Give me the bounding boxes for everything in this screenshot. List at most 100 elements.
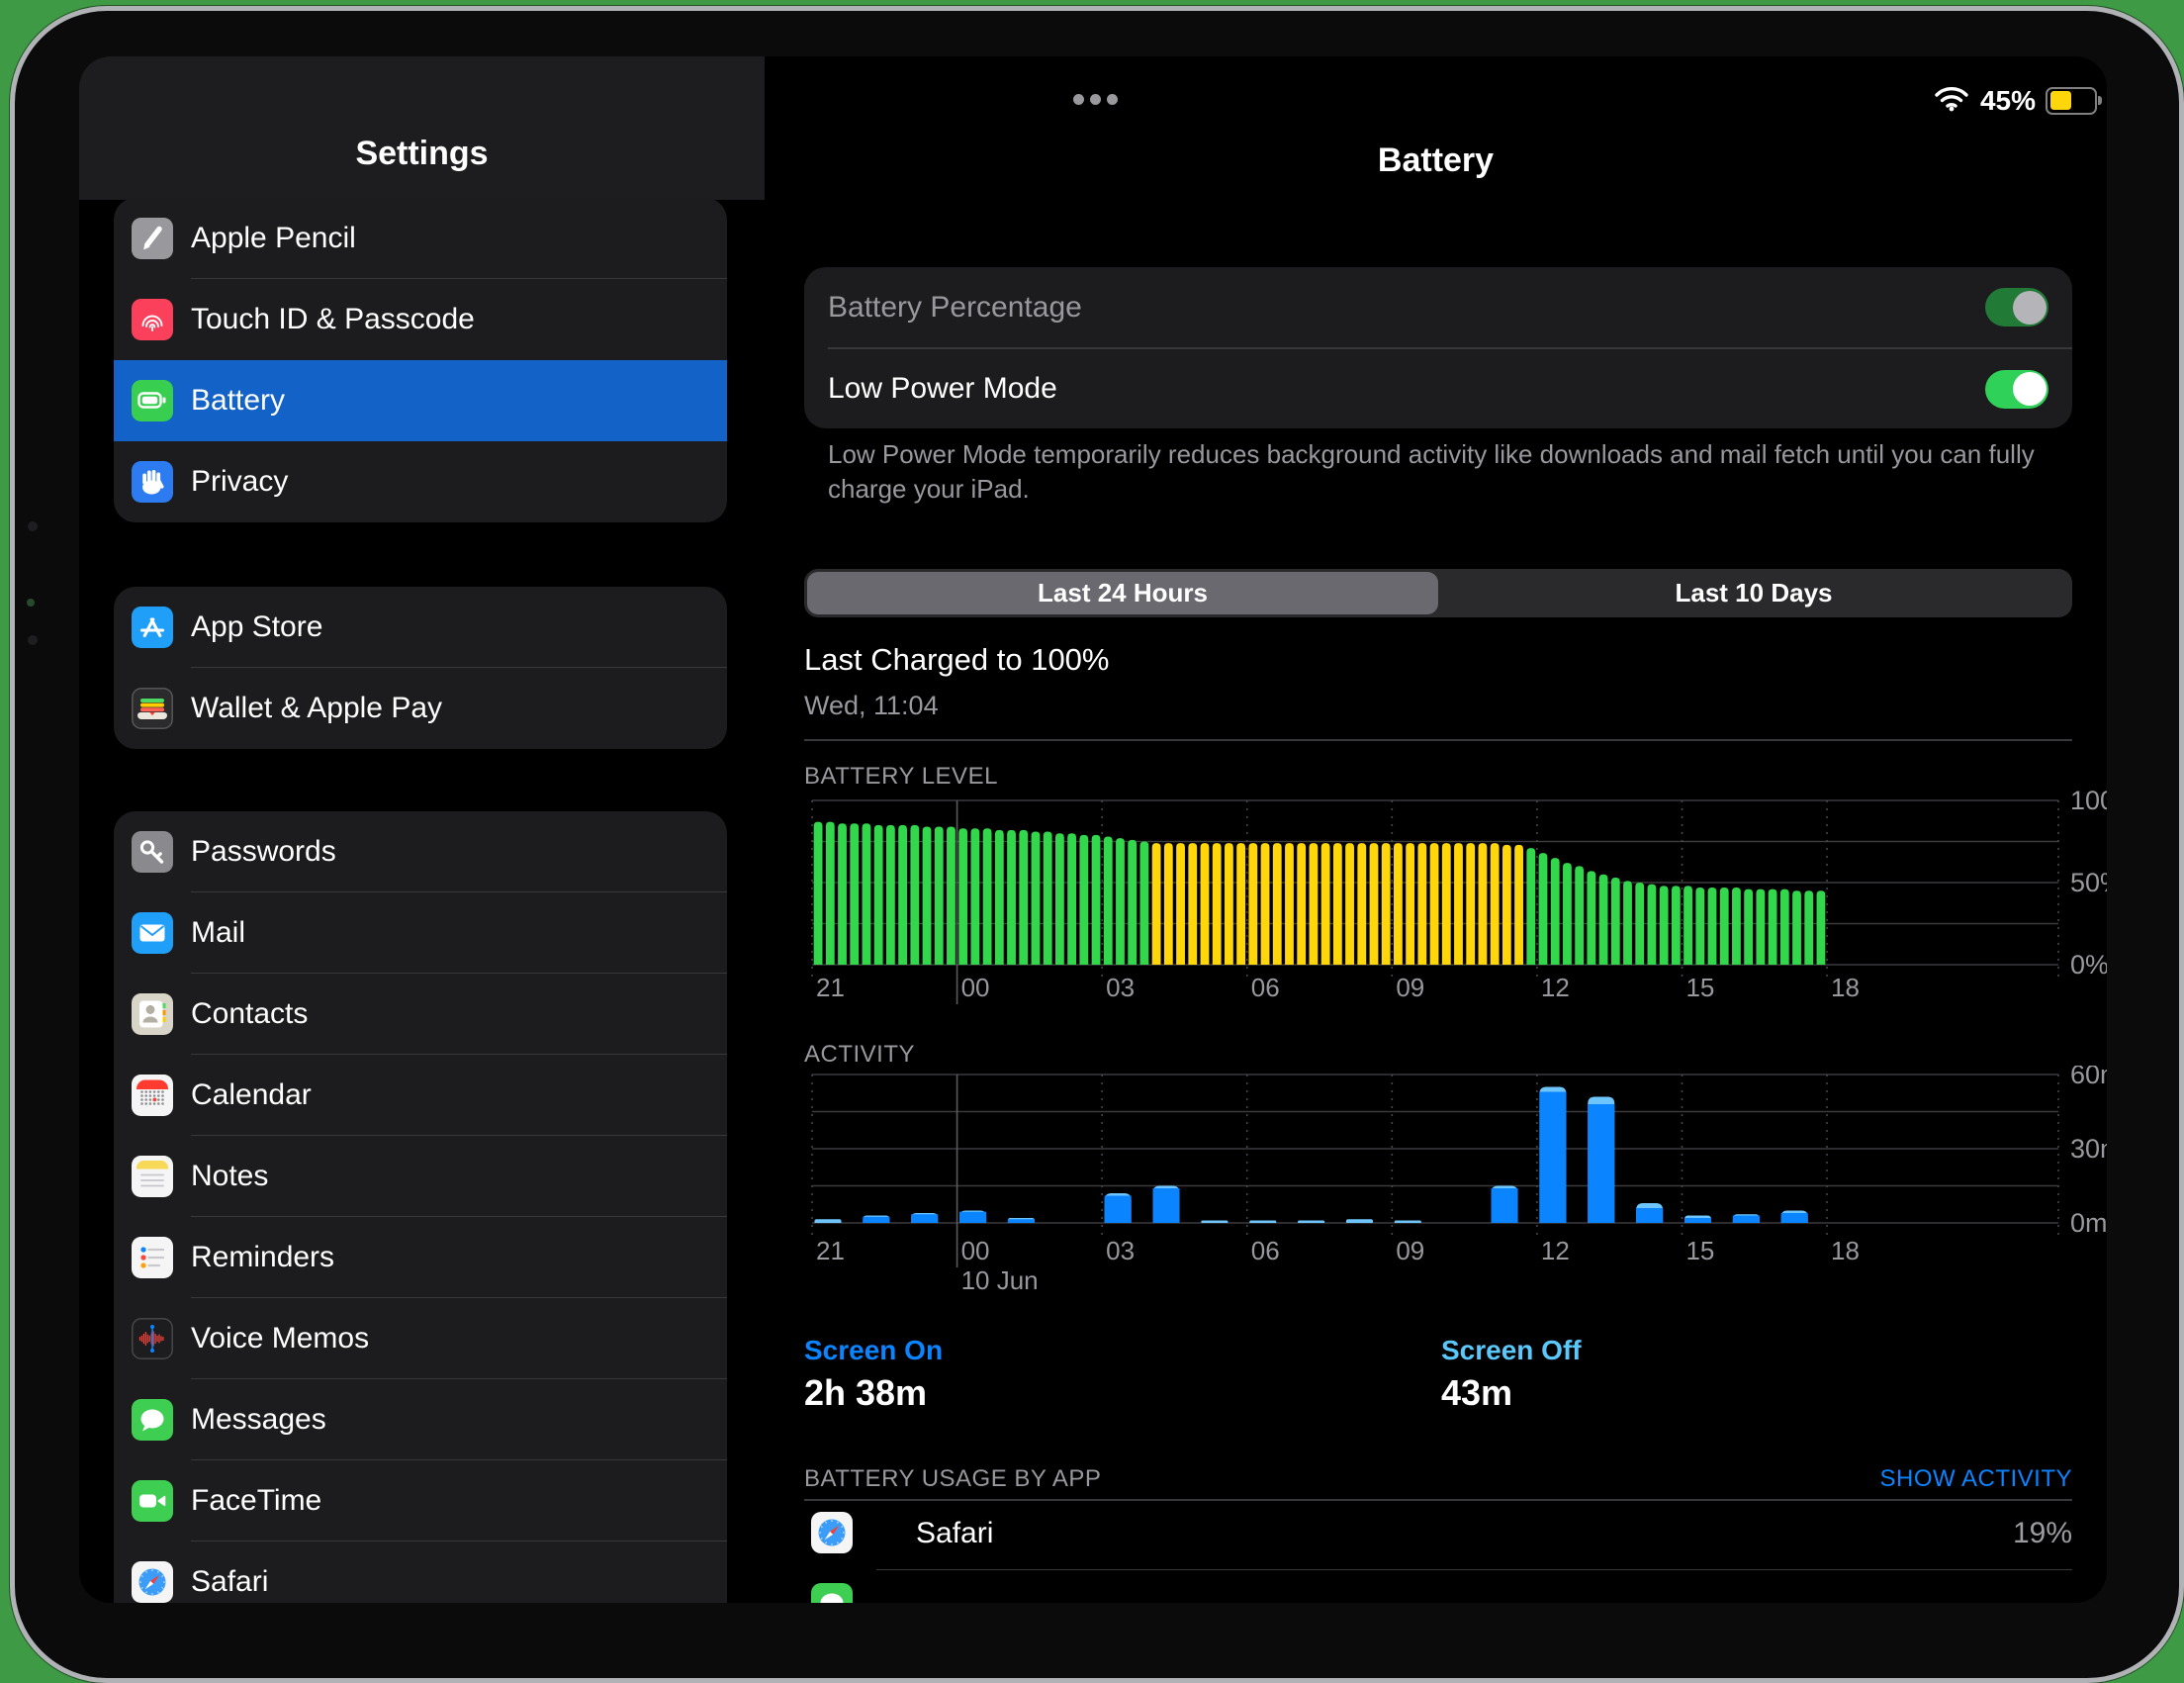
- notes-icon: [132, 1156, 173, 1197]
- low-power-mode-label: Low Power Mode: [828, 372, 1057, 405]
- sidebar-item-notes[interactable]: Notes: [114, 1136, 727, 1217]
- battery-percentage-toggle[interactable]: [1985, 288, 2048, 327]
- battery-percentage-row: Battery Percentage: [804, 267, 2072, 347]
- svg-text:03: 03: [1106, 973, 1135, 1002]
- safari-icon: [811, 1512, 853, 1553]
- svg-text:09: 09: [1396, 973, 1424, 1002]
- screen-on-value: 2h 38m: [804, 1372, 928, 1413]
- sidebar-title: Settings: [355, 135, 489, 172]
- sidebar-item-facetime[interactable]: FaceTime: [114, 1460, 727, 1542]
- camera-sensor-dot-2: [28, 635, 38, 645]
- touch-id-icon: [132, 299, 173, 340]
- segment-last-24-hours[interactable]: Last 24 Hours: [807, 572, 1438, 614]
- sidebar-item-calendar[interactable]: Calendar: [114, 1055, 727, 1136]
- facetime-icon: [132, 1480, 173, 1522]
- sidebar-item-label: Touch ID & Passcode: [191, 303, 475, 335]
- sidebar-item-mail[interactable]: Mail: [114, 892, 727, 974]
- low-power-mode-row: Low Power Mode: [804, 349, 2072, 429]
- svg-text:30m: 30m: [2070, 1134, 2107, 1164]
- sidebar-item-label: Calendar: [191, 1078, 312, 1111]
- show-activity-link[interactable]: SHOW ACTIVITY: [1879, 1465, 2072, 1493]
- sidebar-item-wallet-apple-pay[interactable]: Wallet & Apple Pay: [114, 668, 727, 749]
- battery-usage-header: BATTERY USAGE BY APP: [804, 1465, 1102, 1492]
- svg-text:12: 12: [1541, 973, 1570, 1002]
- passwords-icon: [132, 831, 173, 873]
- svg-text:18: 18: [1831, 973, 1860, 1002]
- sidebar-item-label: Voice Memos: [191, 1322, 370, 1355]
- multitasking-indicator[interactable]: [1073, 94, 1118, 105]
- sidebar-group-2: App Store Wallet & Apple Pay: [114, 587, 727, 749]
- front-camera: [28, 521, 38, 531]
- svg-text:06: 06: [1251, 973, 1280, 1002]
- segment-last-10-days[interactable]: Last 10 Days: [1438, 572, 2069, 614]
- svg-text:10 Jun: 10 Jun: [961, 1265, 1039, 1295]
- sidebar-group-1: Apple Pencil Touch ID & Passcode Battery: [114, 198, 727, 522]
- sidebar-item-label: FaceTime: [191, 1484, 322, 1517]
- battery-percentage-label: Battery Percentage: [828, 290, 1082, 324]
- low-power-mode-toggle[interactable]: [1985, 369, 2048, 409]
- app-usage-row-safari[interactable]: Safari 19%: [804, 1499, 2072, 1570]
- time-range-segmented-control: Last 24 Hours Last 10 Days: [804, 569, 2072, 617]
- mail-icon: [132, 912, 173, 954]
- sidebar-item-reminders[interactable]: Reminders: [114, 1217, 727, 1298]
- toggles-card: Battery Percentage Low Power Mode: [804, 267, 2072, 428]
- safari-icon: [132, 1561, 173, 1603]
- svg-text:03: 03: [1106, 1236, 1135, 1265]
- svg-text:21: 21: [816, 1236, 845, 1265]
- svg-text:100%: 100%: [2070, 786, 2107, 815]
- sidebar-item-passwords[interactable]: Passwords: [114, 811, 727, 892]
- sidebar-item-privacy[interactable]: Privacy: [114, 441, 727, 522]
- sidebar-item-label: Safari: [191, 1565, 269, 1598]
- sidebar-item-battery[interactable]: Battery: [114, 360, 727, 441]
- status-bar: 45%: [1933, 84, 2102, 117]
- contacts-icon: [132, 993, 173, 1035]
- last-charged-time: Wed, 11:04: [804, 691, 939, 720]
- sidebar-item-contacts[interactable]: Contacts: [114, 974, 727, 1055]
- screen-off-label: Screen Off: [1441, 1335, 1582, 1365]
- svg-text:21: 21: [816, 973, 845, 1002]
- app-battery-percent: 19%: [2012, 1517, 2072, 1549]
- battery-detail-pane: Battery 45% Battery Percentage Low Power…: [765, 56, 2107, 1603]
- svg-text:12: 12: [1541, 1236, 1570, 1265]
- activity-section-header: ACTIVITY: [804, 1041, 916, 1068]
- calendar-icon: [132, 1075, 173, 1116]
- privacy-icon: [132, 461, 173, 503]
- svg-text:00: 00: [961, 973, 990, 1002]
- wifi-icon: [1933, 84, 1970, 117]
- sidebar-item-label: App Store: [191, 610, 323, 643]
- divider: [804, 739, 2072, 741]
- svg-text:15: 15: [1685, 1236, 1714, 1265]
- sidebar-item-apple-pencil[interactable]: Apple Pencil: [114, 198, 727, 279]
- app-name: Safari: [916, 1517, 994, 1549]
- ipad-device-frame: Settings Apple Pencil Touch ID & Passcod…: [10, 6, 2184, 1683]
- svg-text:09: 09: [1396, 1236, 1424, 1265]
- svg-text:15: 15: [1685, 973, 1714, 1002]
- sidebar-item-voice-memos[interactable]: Voice Memos: [114, 1298, 727, 1379]
- camera-sensor-dot: [27, 599, 35, 607]
- last-charged-title: Last Charged to 100%: [804, 642, 1110, 677]
- messages-icon: [132, 1399, 173, 1441]
- messages-icon: [811, 1583, 853, 1603]
- page-title: Battery: [1377, 141, 1495, 179]
- battery-level-chart: 21 00 03 06 09 12 15 18 100% 50% 0%: [811, 786, 2107, 1004]
- sidebar-header: Settings: [79, 56, 765, 200]
- app-usage-row-partial[interactable]: [804, 1570, 2072, 1603]
- sidebar-item-label: Battery: [191, 384, 286, 417]
- battery-icon: [132, 380, 173, 421]
- sidebar-item-messages[interactable]: Messages: [114, 1379, 727, 1460]
- sidebar-item-app-store[interactable]: App Store: [114, 587, 727, 668]
- status-battery-percent: 45%: [1979, 84, 2036, 116]
- apple-pencil-icon: [132, 218, 173, 259]
- battery-status-icon: [2046, 86, 2102, 115]
- wallet-icon: [132, 688, 173, 729]
- svg-text:18: 18: [1831, 1236, 1860, 1265]
- sidebar-item-label: Apple Pencil: [191, 222, 356, 254]
- sidebar-item-label: Messages: [191, 1403, 326, 1436]
- screen-off-value: 43m: [1441, 1372, 1513, 1413]
- sidebar-group-3: Passwords Mail Contacts Calendar Notes R…: [114, 811, 727, 1603]
- sidebar-item-safari[interactable]: Safari: [114, 1542, 727, 1603]
- sidebar-item-touch-id-passcode[interactable]: Touch ID & Passcode: [114, 279, 727, 360]
- sidebar-item-label: Contacts: [191, 997, 309, 1030]
- activity-chart: 21 00 03 06 09 12 15 18 10 Jun 60m 30m 0m: [811, 1066, 2107, 1295]
- sidebar-item-label: Privacy: [191, 465, 289, 498]
